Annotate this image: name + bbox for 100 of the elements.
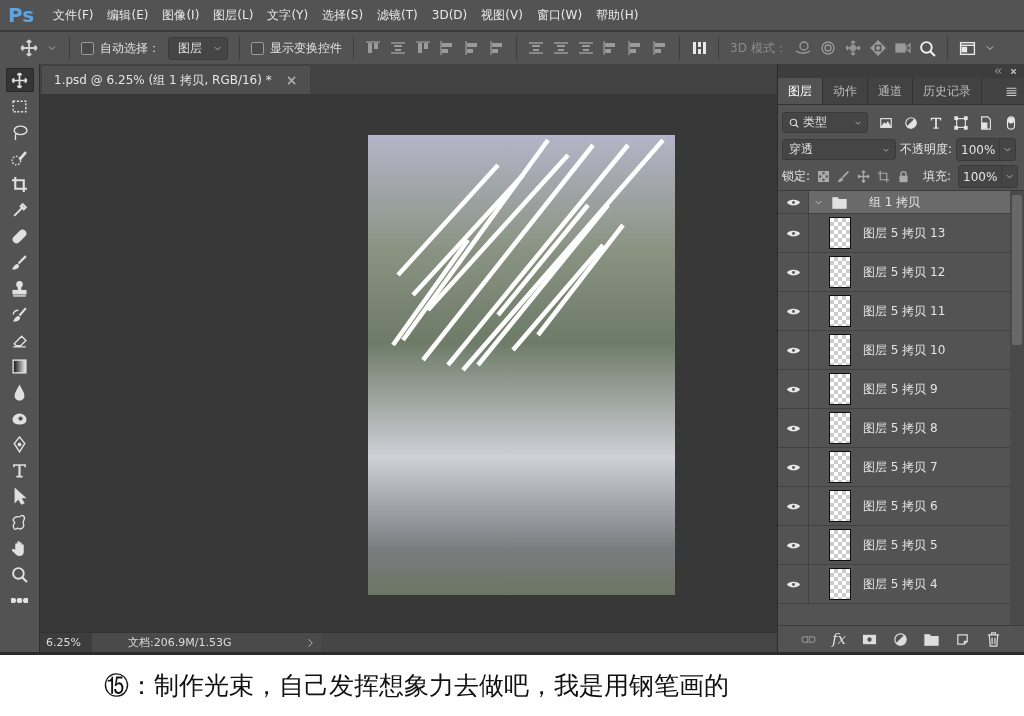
align-icon[interactable] <box>365 40 381 56</box>
layer-thumbnail <box>829 334 851 366</box>
opacity-label: 不透明度: <box>900 141 953 158</box>
close-icon[interactable] <box>1009 66 1018 76</box>
zoom-level: 6.25% <box>40 633 92 652</box>
layer-row[interactable]: 图层 5 拷贝 12 <box>809 253 1010 291</box>
layer-row[interactable]: 图层 5 拷贝 8 <box>809 409 1010 447</box>
document-icon[interactable] <box>979 115 993 130</box>
toggle-icon[interactable] <box>1004 115 1018 130</box>
camera-icon[interactable] <box>894 40 911 56</box>
folder-icon[interactable] <box>924 631 939 647</box>
document-title: 1.psd @ 6.25% (组 1 拷贝, RGB/16) * <box>54 71 272 89</box>
move-icon[interactable] <box>20 39 38 57</box>
menu-item[interactable]: 帮助(H) <box>589 3 646 27</box>
layer-row[interactable]: 图层 5 拷贝 13 <box>809 214 1010 252</box>
document-size: 文档:206.9M/1.53G <box>128 635 232 650</box>
gradient-icon <box>11 357 28 375</box>
layer-name: 组 1 拷贝 <box>869 193 921 211</box>
auto-align-icon[interactable] <box>691 40 707 56</box>
layer-name: 图层 5 拷贝 12 <box>863 263 946 281</box>
menu-item[interactable]: 文字(Y) <box>260 3 316 27</box>
layer-group-row[interactable]: 组 1 拷贝 <box>809 191 1010 213</box>
move-icon[interactable] <box>857 170 871 183</box>
checkbox-label: 显示变换控件 <box>270 39 342 57</box>
checkbox[interactable] <box>251 41 264 55</box>
fx-button[interactable]: fx <box>832 630 846 648</box>
layer-thumbnail <box>829 451 851 483</box>
layer-name: 图层 5 拷贝 9 <box>863 380 938 398</box>
filter-kind: 类型 <box>803 114 827 131</box>
quick-select-icon <box>11 149 28 167</box>
layer-dropdown[interactable]: 图层 <box>168 36 228 60</box>
align-icon[interactable] <box>415 40 431 56</box>
menu-item[interactable]: 编辑(E) <box>100 3 156 27</box>
fill-field[interactable]: 100% <box>958 165 1019 188</box>
panel-tab[interactable]: 动作 <box>823 78 868 104</box>
distribute-icon[interactable] <box>553 40 569 56</box>
close-button[interactable]: × <box>285 72 298 88</box>
layer-thumbnail <box>829 256 851 288</box>
blob-shape-icon <box>11 513 28 531</box>
align-icon[interactable] <box>439 40 455 56</box>
filter-dropdown[interactable]: 类型 <box>782 112 868 133</box>
align-icon[interactable] <box>464 40 480 56</box>
type-tool-icon <box>11 461 28 479</box>
checkbox[interactable] <box>81 41 94 55</box>
menu-item[interactable]: 滤镜(T) <box>370 3 425 27</box>
scrollbar-thumb[interactable] <box>1012 195 1022 345</box>
new-layer-icon[interactable] <box>955 631 970 647</box>
crop-icon[interactable] <box>877 170 891 183</box>
workspace-icon[interactable] <box>958 39 976 57</box>
collapse-icon[interactable] <box>993 66 1003 76</box>
menu-item[interactable]: 文件(F) <box>46 3 101 27</box>
roll-icon[interactable] <box>819 40 836 56</box>
menu-item[interactable]: 图层(L) <box>206 3 261 27</box>
menu-item[interactable]: 窗口(W) <box>529 3 590 27</box>
menu-item[interactable]: 选择(S) <box>315 3 371 27</box>
align-icon[interactable] <box>489 40 505 56</box>
search-icon[interactable] <box>918 39 936 57</box>
align-icon[interactable] <box>390 40 406 56</box>
half-circle-icon[interactable] <box>904 115 918 130</box>
brush-icon[interactable] <box>837 170 851 183</box>
menu-item[interactable]: 视图(V) <box>474 3 530 27</box>
adjustment-icon[interactable] <box>893 631 908 647</box>
layer-row[interactable]: 图层 5 拷贝 9 <box>809 370 1010 408</box>
checkbox-label: 自动选择： <box>100 39 160 57</box>
layer-thumbnail <box>829 412 851 444</box>
trash-icon[interactable] <box>986 631 1001 647</box>
layer-name: 图层 5 拷贝 11 <box>863 302 946 320</box>
transform-icon[interactable] <box>954 115 968 130</box>
distribute-icon[interactable] <box>602 40 618 56</box>
menu-item[interactable]: 3D(D) <box>424 5 475 25</box>
layer-row[interactable]: 图层 5 拷贝 10 <box>809 331 1010 369</box>
opacity-field[interactable]: 100% <box>956 138 1017 161</box>
panel-tab[interactable]: 通道 <box>868 78 913 104</box>
move-tool[interactable] <box>5 68 34 92</box>
menu-item[interactable]: 图像(I) <box>155 3 207 27</box>
eyedropper-icon <box>11 201 28 219</box>
panel-tab[interactable]: 历史记录 <box>913 78 982 104</box>
lock-icon[interactable] <box>897 170 911 183</box>
layer-row[interactable]: 图层 5 拷贝 7 <box>809 448 1010 486</box>
type-tool-icon[interactable] <box>929 115 943 130</box>
blend-mode-dropdown[interactable]: 穿透 <box>782 139 896 160</box>
lasso-icon <box>11 123 28 141</box>
pan-icon[interactable] <box>844 40 861 56</box>
layer-thumbnail <box>829 490 851 522</box>
distribute-icon[interactable] <box>528 40 544 56</box>
lock-label: 锁定: <box>782 168 811 185</box>
layer-row[interactable]: 图层 5 拷贝 11 <box>809 292 1010 330</box>
layer-row[interactable]: 图层 5 拷贝 5 <box>809 526 1010 564</box>
distribute-icon[interactable] <box>627 40 643 56</box>
layer-row[interactable]: 图层 5 拷贝 6 <box>809 487 1010 525</box>
distribute-icon[interactable] <box>652 40 668 56</box>
checker-icon[interactable] <box>817 170 831 183</box>
panel-tab[interactable]: 图层 <box>778 78 823 104</box>
distribute-icon[interactable] <box>578 40 594 56</box>
document-tab[interactable]: 1.psd @ 6.25% (组 1 拷贝, RGB/16) * × <box>42 66 310 94</box>
layer-row[interactable]: 图层 5 拷贝 4 <box>809 565 1010 603</box>
slide-icon[interactable] <box>869 40 886 56</box>
orbit-icon[interactable] <box>794 40 811 56</box>
image-icon[interactable] <box>879 115 893 130</box>
layer-name: 图层 5 拷贝 13 <box>863 224 946 242</box>
